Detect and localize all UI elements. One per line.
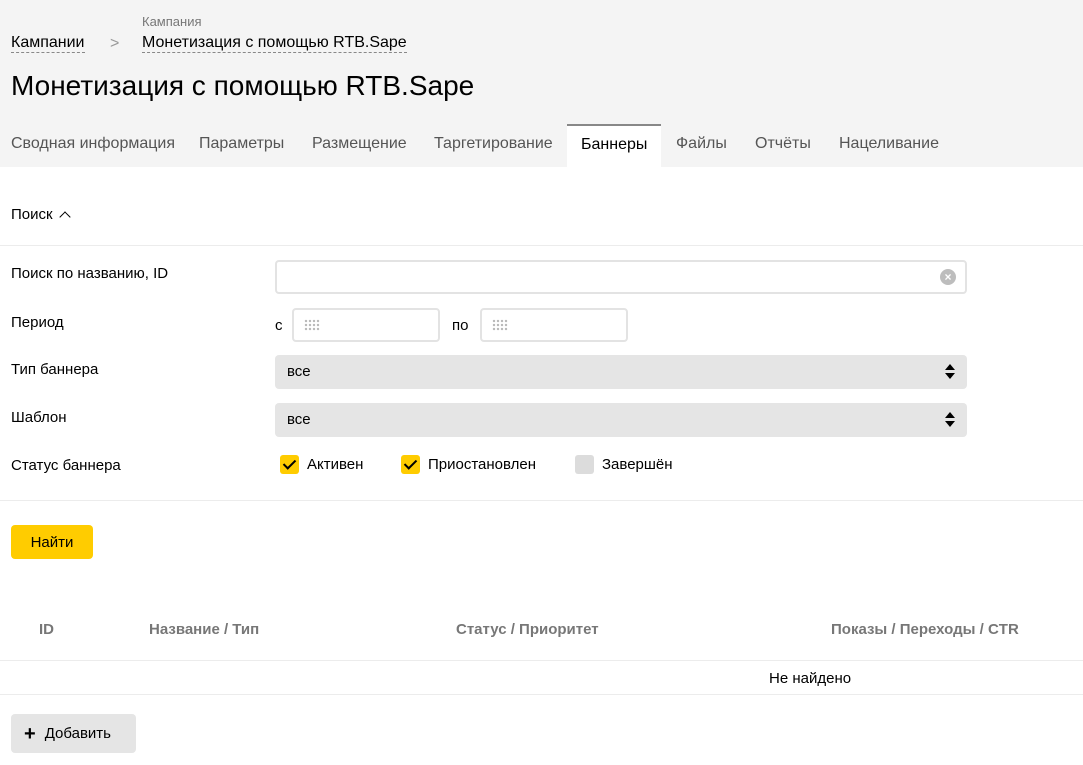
- period-to-input[interactable]: [480, 308, 628, 342]
- checkbox-checked-icon: [401, 455, 420, 474]
- table-header-divider: [0, 660, 1083, 661]
- tab-summary[interactable]: Сводная информация: [11, 124, 175, 167]
- tab-targeting[interactable]: Таргетирование: [434, 124, 553, 167]
- search-name-label: Поиск по названию, ID: [11, 265, 169, 282]
- tab-banners[interactable]: Баннеры: [567, 124, 662, 168]
- template-label: Шаблон: [11, 409, 67, 426]
- page-title: Монетизация с помощью RTB.Sape: [11, 70, 475, 101]
- find-button[interactable]: Найти: [11, 525, 93, 559]
- banner-type-value: все: [287, 363, 311, 380]
- status-label: Статус баннера: [11, 457, 121, 474]
- tab-reports[interactable]: Отчёты: [755, 124, 811, 167]
- calendar-icon: [492, 319, 508, 331]
- search-toggle-label: Поиск: [11, 206, 53, 223]
- plus-icon: +: [24, 722, 36, 745]
- search-toggle[interactable]: Поиск: [11, 206, 71, 223]
- select-arrows-icon: [945, 364, 955, 380]
- checkbox-checked-icon: [280, 455, 299, 474]
- status-active-checkbox[interactable]: Активен: [280, 455, 363, 474]
- breadcrumb-current-link[interactable]: Монетизация с помощью RTB.Sape: [142, 34, 407, 53]
- status-finished-label: Завершён: [602, 456, 673, 473]
- period-from-prefix: с: [275, 317, 283, 334]
- period-from-input[interactable]: [292, 308, 440, 342]
- column-header-status[interactable]: Статус / Приоритет: [456, 621, 599, 638]
- chevron-up-icon: [58, 210, 71, 223]
- checkbox-unchecked-icon: [575, 455, 594, 474]
- tab-files[interactable]: Файлы: [676, 124, 727, 167]
- select-arrows-icon: [945, 412, 955, 428]
- clear-icon[interactable]: ×: [940, 269, 956, 285]
- column-header-stats[interactable]: Показы / Переходы / CTR: [831, 621, 1019, 638]
- period-label: Период: [11, 314, 64, 331]
- template-value: все: [287, 411, 311, 428]
- tab-aiming[interactable]: Нацеливание: [839, 124, 939, 167]
- status-paused-label: Приостановлен: [428, 456, 537, 473]
- breadcrumb-caption: Кампания: [142, 14, 202, 29]
- add-button[interactable]: + Добавить: [11, 714, 136, 753]
- add-button-label: Добавить: [44, 725, 111, 742]
- divider: [0, 245, 1083, 246]
- status-paused-checkbox[interactable]: Приостановлен: [401, 455, 536, 474]
- period-to-prefix: по: [452, 317, 469, 334]
- tab-parameters[interactable]: Параметры: [199, 124, 284, 167]
- breadcrumb-separator-icon: >: [110, 35, 120, 52]
- status-finished-checkbox[interactable]: Завершён: [575, 455, 673, 474]
- table-bottom-divider: [0, 694, 1083, 695]
- banner-type-label: Тип баннера: [11, 361, 99, 378]
- column-header-id[interactable]: ID: [39, 621, 54, 638]
- template-select[interactable]: все: [275, 403, 967, 437]
- banner-type-select[interactable]: все: [275, 355, 967, 389]
- search-input[interactable]: ×: [275, 260, 967, 294]
- divider: [0, 500, 1083, 501]
- tab-placement[interactable]: Размещение: [312, 124, 407, 167]
- page-header: Кампания Кампании > Монетизация с помощь…: [0, 0, 1083, 168]
- breadcrumb-campaigns-link[interactable]: Кампании: [11, 34, 85, 53]
- status-active-label: Активен: [307, 456, 364, 473]
- empty-state-text: Не найдено: [769, 670, 852, 687]
- calendar-icon: [304, 319, 320, 331]
- column-header-name[interactable]: Название / Тип: [149, 621, 259, 638]
